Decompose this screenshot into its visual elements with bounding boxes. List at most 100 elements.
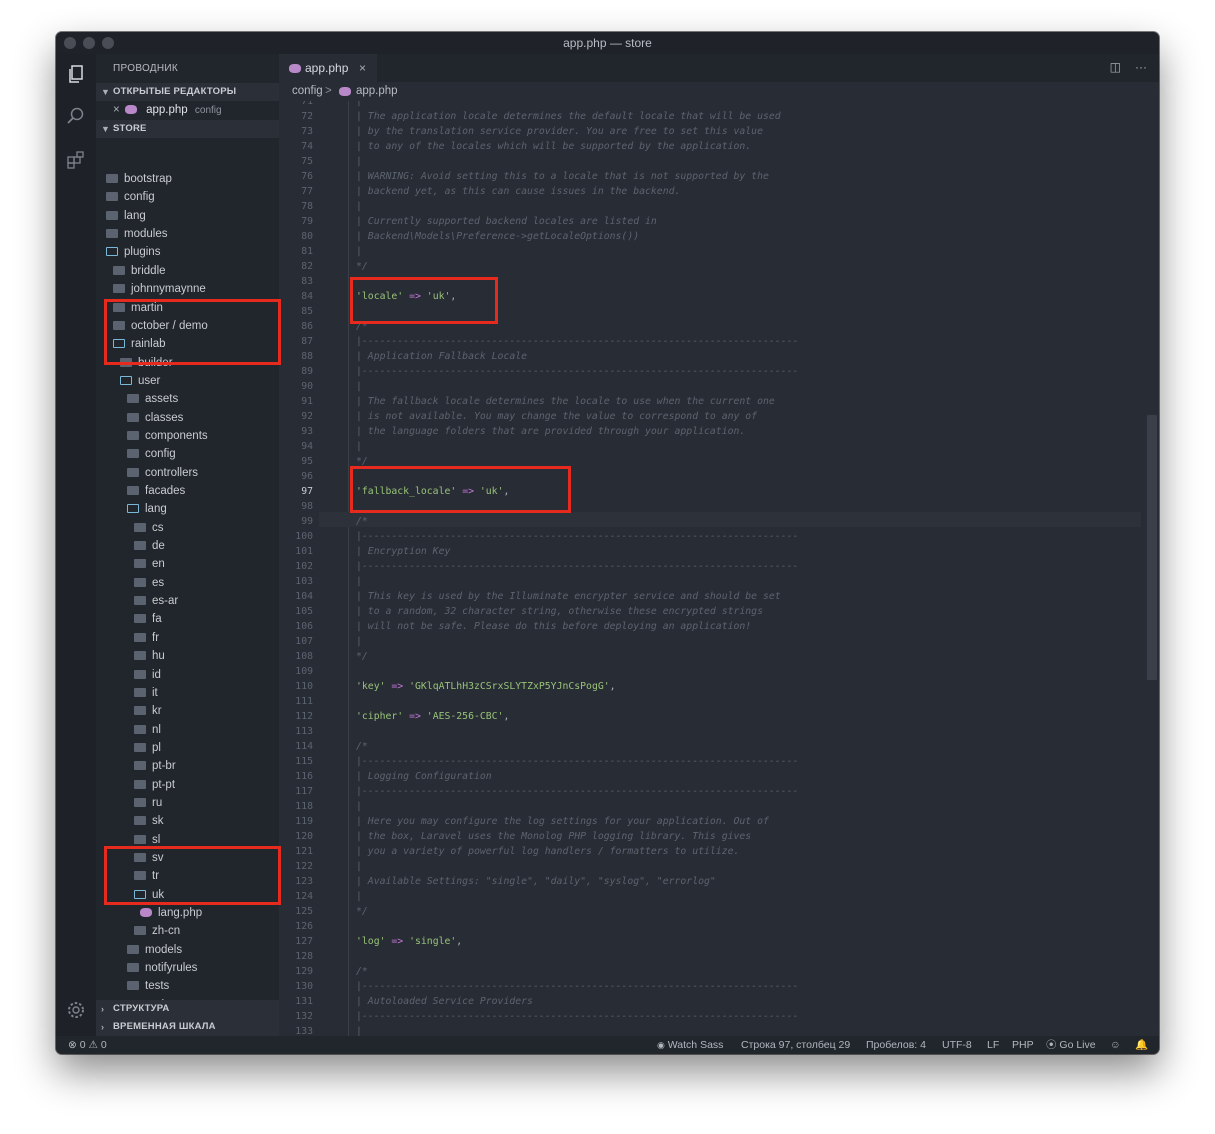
line-number: 73	[301, 126, 313, 137]
problems-indicator[interactable]: ⊗ 0 ⚠ 0	[68, 1036, 107, 1054]
tree-item[interactable]: controllers	[127, 464, 198, 482]
tree-item-label: plugins	[124, 246, 161, 259]
line-number: 85	[301, 306, 313, 317]
watch-sass-button[interactable]: ◉ Watch Sass	[657, 1036, 723, 1054]
tree-item[interactable]: hu	[134, 647, 165, 665]
tree-item[interactable]: en	[134, 555, 165, 573]
code-line: 129 /*	[279, 964, 1149, 979]
tree-item[interactable]: config	[127, 445, 176, 463]
code-editor[interactable]: 71 | 72 | The application locale determines…	[279, 101, 1159, 1036]
extensions-icon[interactable]	[64, 148, 88, 172]
tree-item[interactable]: pt-br	[134, 757, 176, 775]
code-line: 104 | This key is used by the Illuminate …	[279, 589, 1149, 604]
tree-item[interactable]: kr	[134, 702, 162, 720]
line-number: 110	[295, 681, 313, 692]
tree-item[interactable]: lang	[106, 207, 146, 225]
code-line: 102 |------------------------------------…	[279, 559, 1149, 574]
folder-open-icon	[127, 504, 139, 514]
search-icon[interactable]	[64, 104, 88, 128]
scrollbar-thumb[interactable]	[1147, 415, 1157, 680]
project-header[interactable]: ▼ STORE	[96, 120, 279, 138]
folder-open-icon	[120, 375, 132, 385]
tree-item-label: zh-cn	[152, 925, 181, 938]
tree-item[interactable]: lang	[127, 500, 167, 518]
open-editors-header[interactable]: ▼ ОТКРЫТЫЕ РЕДАКТОРЫ	[96, 83, 279, 101]
folder-icon	[134, 614, 146, 624]
tree-item-label: modules	[124, 228, 168, 241]
tree-item[interactable]: facades	[127, 482, 185, 500]
line-text: | Encryption Key	[356, 546, 451, 557]
split-editor-icon[interactable]: ◫	[1110, 60, 1121, 74]
folder-icon	[106, 192, 118, 202]
explorer-icon[interactable]	[64, 62, 88, 86]
tree-item[interactable]: config	[106, 188, 155, 206]
line-number: 103	[295, 576, 313, 587]
tree-item[interactable]: johnnymaynne	[113, 280, 206, 298]
gear-icon[interactable]	[64, 998, 88, 1022]
tree-item[interactable]: assets	[127, 390, 178, 408]
tab-app-php[interactable]: app.php ×	[279, 54, 377, 82]
outline-header[interactable]: › СТРУКТУРА	[96, 1000, 279, 1018]
tree-item[interactable]: es-ar	[134, 592, 178, 610]
tree-item[interactable]: pl	[134, 739, 161, 757]
breadcrumb-file[interactable]: app.php	[356, 82, 398, 101]
highlight-uk-lang-file	[104, 846, 281, 905]
tree-item[interactable]: modules	[106, 225, 167, 243]
indentation-setting[interactable]: Пробелов: 4	[866, 1036, 926, 1054]
code-line: 82 */	[279, 259, 1149, 274]
close-icon[interactable]: ×	[113, 104, 120, 116]
code-line: 101 | Encryption Key	[279, 544, 1149, 559]
tree-item[interactable]: notifyrules	[127, 959, 197, 977]
tree-item[interactable]: fa	[134, 610, 162, 628]
tree-item[interactable]: bootstrap	[106, 170, 172, 188]
tree-item[interactable]: zh-cn	[134, 922, 180, 940]
tree-item[interactable]: sk	[134, 812, 164, 830]
tree-item[interactable]: user	[120, 372, 160, 390]
line-text: | is not available. You may change the v…	[356, 411, 758, 422]
language-mode[interactable]: PHP	[1012, 1036, 1034, 1054]
code-line: 130 |------------------------------------…	[279, 979, 1149, 994]
line-number: 128	[295, 951, 313, 962]
tree-item[interactable]: lang.php	[140, 904, 202, 922]
tree-item[interactable]: tests	[127, 977, 169, 995]
tree-item[interactable]: es	[134, 574, 164, 592]
chevron-right-icon: ›	[101, 1004, 105, 1014]
highlight-locale-line	[350, 277, 498, 324]
tree-item[interactable]: briddle	[113, 262, 166, 280]
tree-item[interactable]: classes	[127, 409, 183, 427]
code-line: 89 |-------------------------------------…	[279, 364, 1149, 379]
open-editor-item[interactable]: × app.php config	[113, 101, 222, 119]
line-number: 129	[295, 966, 313, 977]
code-line: 105 | to a random, 32 character string, o…	[279, 604, 1149, 619]
more-actions-icon[interactable]: ···	[1135, 60, 1147, 74]
tree-item[interactable]: ru	[134, 794, 162, 812]
tree-item[interactable]: fr	[134, 629, 159, 647]
line-text: | Backend\Models\Preference->getLocaleOp…	[356, 231, 640, 242]
feedback-icon[interactable]: ☺	[1110, 1036, 1121, 1054]
eol-setting[interactable]: LF	[987, 1036, 999, 1054]
tree-item[interactable]: components	[127, 427, 208, 445]
code-line: 126	[279, 919, 1149, 934]
go-live-button[interactable]: ⦿ Go Live	[1046, 1036, 1096, 1054]
line-text: |	[356, 861, 362, 872]
encoding-setting[interactable]: UTF-8	[942, 1036, 972, 1054]
tree-item[interactable]: it	[134, 684, 158, 702]
line-number: 105	[295, 606, 313, 617]
tree-item[interactable]: pt-pt	[134, 776, 175, 794]
tree-item[interactable]: models	[127, 941, 182, 959]
code-line: 71 |	[279, 101, 1149, 109]
close-icon[interactable]: ×	[359, 54, 366, 82]
tree-item[interactable]: id	[134, 666, 161, 684]
timeline-header[interactable]: › ВРЕМЕННАЯ ШКАЛА	[96, 1018, 279, 1036]
tree-item-label: classes	[145, 411, 184, 424]
tree-item-label: lang	[145, 503, 167, 516]
tree-item[interactable]: nl	[134, 721, 161, 739]
notifications-icon[interactable]: 🔔	[1135, 1036, 1148, 1054]
cursor-position[interactable]: Строка 97, столбец 29	[741, 1036, 850, 1054]
tree-item[interactable]: cs	[134, 519, 164, 537]
breadcrumb-folder[interactable]: config	[292, 82, 323, 101]
tree-item[interactable]: plugins	[106, 243, 160, 261]
line-number: 118	[295, 801, 313, 812]
tree-item-label: facades	[145, 485, 186, 497]
tree-item[interactable]: de	[134, 537, 165, 555]
